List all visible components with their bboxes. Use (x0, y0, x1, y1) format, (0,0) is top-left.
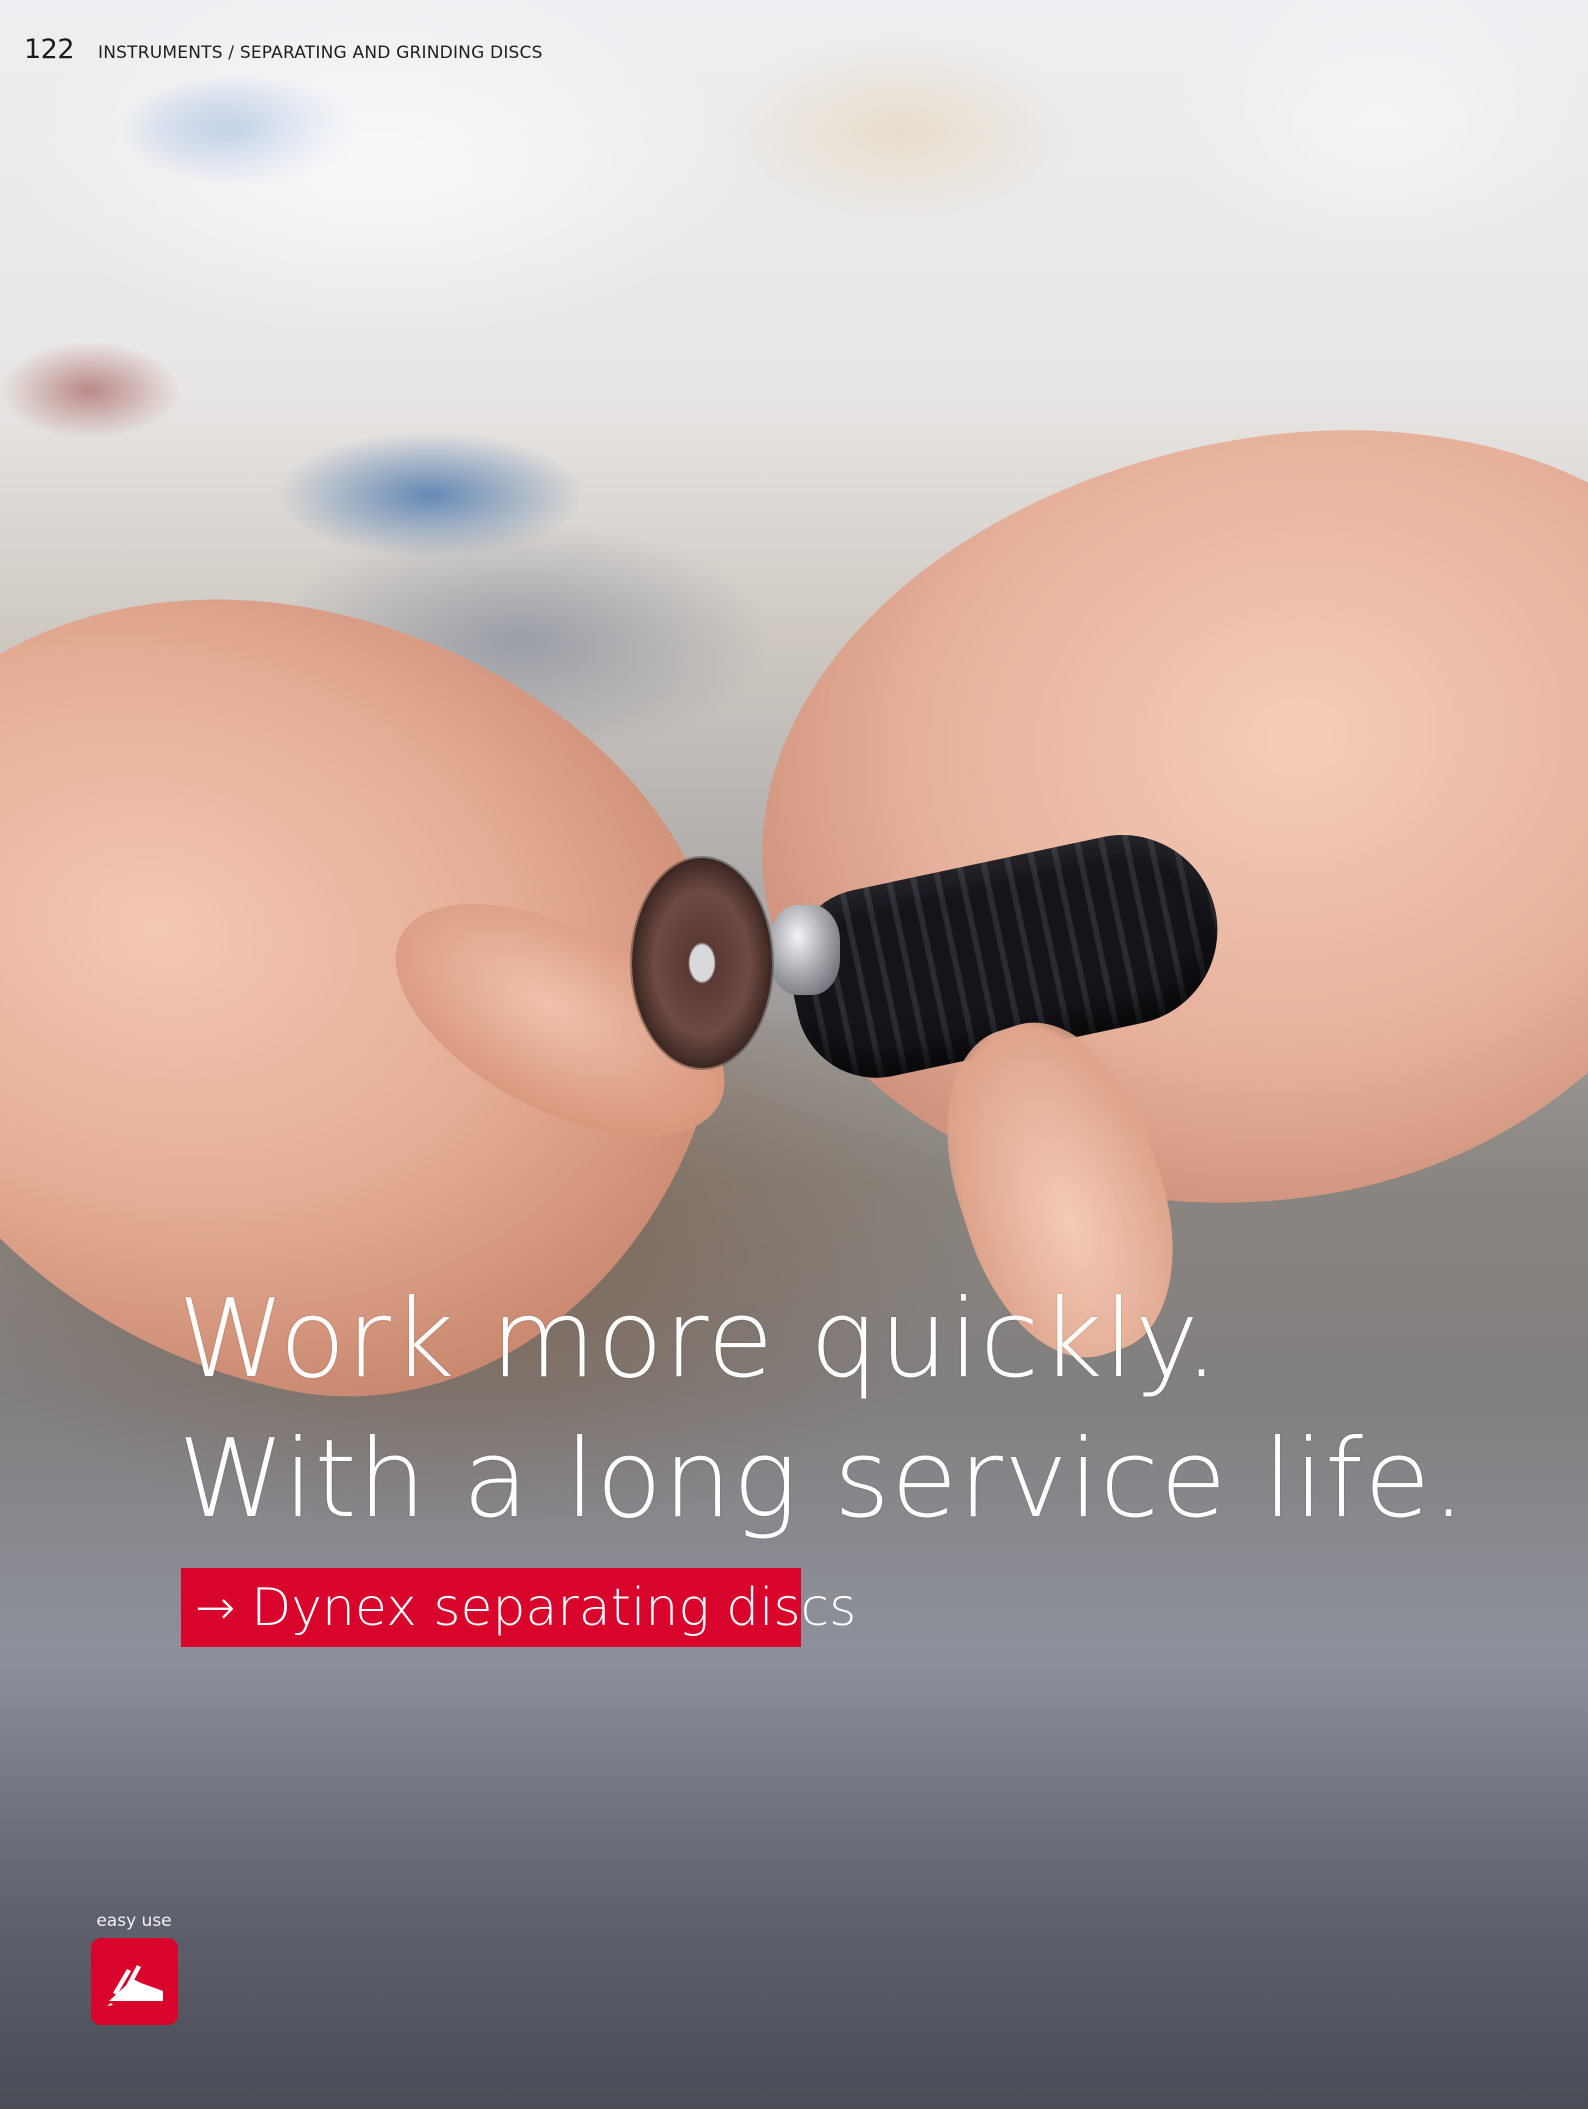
page-header: 122 INSTRUMENTS / SEPARATING AND GRINDIN… (24, 34, 543, 65)
headline-line-2: With a long service life. (178, 1417, 1467, 1542)
product-tag-label: Dynex separating discs (251, 1577, 857, 1638)
hand-with-instrument-icon (106, 1964, 163, 2006)
easy-use-badge (91, 1938, 178, 2025)
badge-label: easy use (96, 1911, 172, 1931)
headline-line-1: Work more quickly. (178, 1277, 1220, 1402)
page-number: 122 (24, 34, 75, 65)
headline: Work more quickly. With a long service l… (178, 1270, 1558, 1550)
background-photo (0, 0, 1588, 2109)
product-tag: → Dynex separating discs (181, 1568, 856, 1647)
arrow-right-icon: → (195, 1579, 236, 1636)
section-title: INSTRUMENTS / SEPARATING AND GRINDING DI… (98, 43, 543, 63)
separating-disc (632, 858, 772, 1068)
